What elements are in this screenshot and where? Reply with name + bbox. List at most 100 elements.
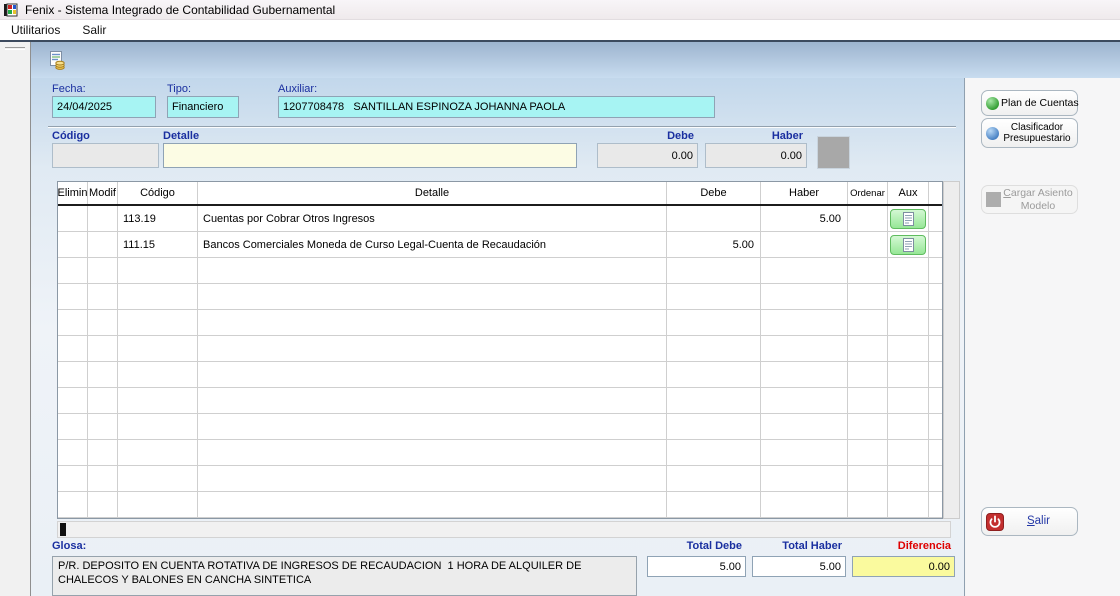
fecha-label: Fecha:	[52, 83, 86, 95]
glosa-textarea[interactable]: P/R. DEPOSITO EN CUENTA ROTATIVA DE INGR…	[52, 556, 637, 596]
cell-modif	[88, 206, 118, 231]
table-row	[58, 388, 942, 414]
titlebar: Fenix - Sistema Integrado de Contabilida…	[0, 0, 1120, 20]
cell-ordenar	[848, 362, 888, 387]
cell-elimin	[58, 258, 88, 283]
cell-aux	[888, 492, 929, 517]
table-row	[58, 492, 942, 518]
cell-spacer	[929, 440, 942, 465]
cell-elimin	[58, 284, 88, 309]
cell-spacer	[929, 206, 942, 231]
cell-detalle	[198, 466, 667, 491]
document-with-coins-icon	[47, 50, 68, 71]
table-row	[58, 336, 942, 362]
cell-aux	[888, 232, 929, 257]
clasificador-presupuestario-button[interactable]: Clasificador Presupuestario	[981, 118, 1078, 148]
cell-debe	[667, 492, 761, 517]
cell-elimin	[58, 440, 88, 465]
table-row	[58, 414, 942, 440]
cell-debe	[667, 336, 761, 361]
cell-codigo: 111.15	[118, 232, 198, 257]
cell-ordenar	[848, 310, 888, 335]
blue-sphere-icon	[986, 127, 999, 140]
table-row	[58, 466, 942, 492]
cell-elimin	[58, 206, 88, 231]
cell-haber	[761, 284, 848, 309]
cell-haber	[761, 440, 848, 465]
col-header-aux: Aux	[888, 182, 929, 204]
aux-button[interactable]	[890, 235, 926, 255]
cell-modif	[88, 336, 118, 361]
cell-modif	[88, 362, 118, 387]
cargar-asiento-modelo-button[interactable]: Cargar Asiento Modelo	[981, 185, 1078, 214]
cell-ordenar	[848, 206, 888, 231]
cell-debe	[667, 414, 761, 439]
table-vertical-scrollbar[interactable]	[943, 181, 960, 519]
table-header-row: EliminModifCódigoDetalleDebeHaberOrdenar…	[58, 182, 942, 206]
cell-codigo	[118, 258, 198, 283]
app-icon	[3, 2, 19, 18]
cell-codigo: 113.19	[118, 206, 198, 231]
table-row	[58, 284, 942, 310]
total-debe-value: 5.00	[647, 556, 746, 577]
cell-aux	[888, 206, 929, 231]
cell-codigo	[118, 388, 198, 413]
menu-utilitarios[interactable]: Utilitarios	[0, 20, 71, 40]
table-row: 111.15Bancos Comerciales Moneda de Curso…	[58, 232, 942, 258]
menubar: Utilitarios Salir	[0, 20, 1120, 40]
add-entry-button[interactable]	[817, 136, 850, 169]
aux-button[interactable]	[890, 209, 926, 229]
cell-detalle	[198, 362, 667, 387]
app-window: { "window": { "title": "Fenix - Sistema …	[0, 0, 1120, 596]
menu-salir[interactable]: Salir	[71, 20, 117, 40]
cell-ordenar	[848, 414, 888, 439]
green-sphere-icon	[986, 97, 999, 110]
cell-spacer	[929, 258, 942, 283]
scrollbar-thumb[interactable]	[60, 523, 66, 536]
cell-debe	[667, 206, 761, 231]
cell-modif	[88, 440, 118, 465]
panel-grip[interactable]	[5, 47, 25, 50]
col-header-elimin: Elimin	[58, 182, 88, 204]
entries-table: EliminModifCódigoDetalleDebeHaberOrdenar…	[57, 181, 943, 519]
cell-codigo	[118, 362, 198, 387]
cell-spacer	[929, 362, 942, 387]
cell-haber	[761, 258, 848, 283]
cell-modif	[88, 232, 118, 257]
cell-elimin	[58, 466, 88, 491]
table-row	[58, 310, 942, 336]
plan-de-cuentas-button[interactable]: Plan de Cuentas	[981, 90, 1078, 116]
col-header-spacer	[929, 182, 942, 204]
col-header-modif: Modif	[88, 182, 118, 204]
cell-spacer	[929, 388, 942, 413]
debe-input: 0.00	[597, 143, 698, 168]
diferencia-value: 0.00	[852, 556, 955, 577]
cell-detalle	[198, 492, 667, 517]
cell-modif	[88, 258, 118, 283]
cell-haber	[761, 362, 848, 387]
new-entry-button[interactable]	[44, 47, 70, 73]
left-collapsed-panel	[0, 42, 31, 596]
table-row	[58, 258, 942, 284]
table-horizontal-scrollbar[interactable]	[57, 521, 951, 538]
tipo-input[interactable]: Financiero	[167, 96, 239, 118]
cell-spacer	[929, 466, 942, 491]
cell-modif	[88, 466, 118, 491]
detalle-input[interactable]	[163, 143, 577, 168]
codigo-input[interactable]	[52, 143, 159, 168]
cell-codigo	[118, 336, 198, 361]
cell-haber	[761, 310, 848, 335]
cell-aux	[888, 336, 929, 361]
auxiliar-input[interactable]: 1207708478 SANTILLAN ESPINOZA JOHANNA PA…	[278, 96, 715, 118]
cell-detalle	[198, 258, 667, 283]
fecha-input[interactable]: 24/04/2025	[52, 96, 156, 118]
salir-button[interactable]: Salir	[981, 507, 1078, 536]
cell-haber	[761, 466, 848, 491]
cell-modif	[88, 414, 118, 439]
cell-aux	[888, 388, 929, 413]
diferencia-label: Diferencia	[852, 540, 951, 552]
cell-spacer	[929, 336, 942, 361]
cell-debe	[667, 362, 761, 387]
cell-spacer	[929, 492, 942, 517]
col-header-debe: Debe	[667, 182, 761, 204]
